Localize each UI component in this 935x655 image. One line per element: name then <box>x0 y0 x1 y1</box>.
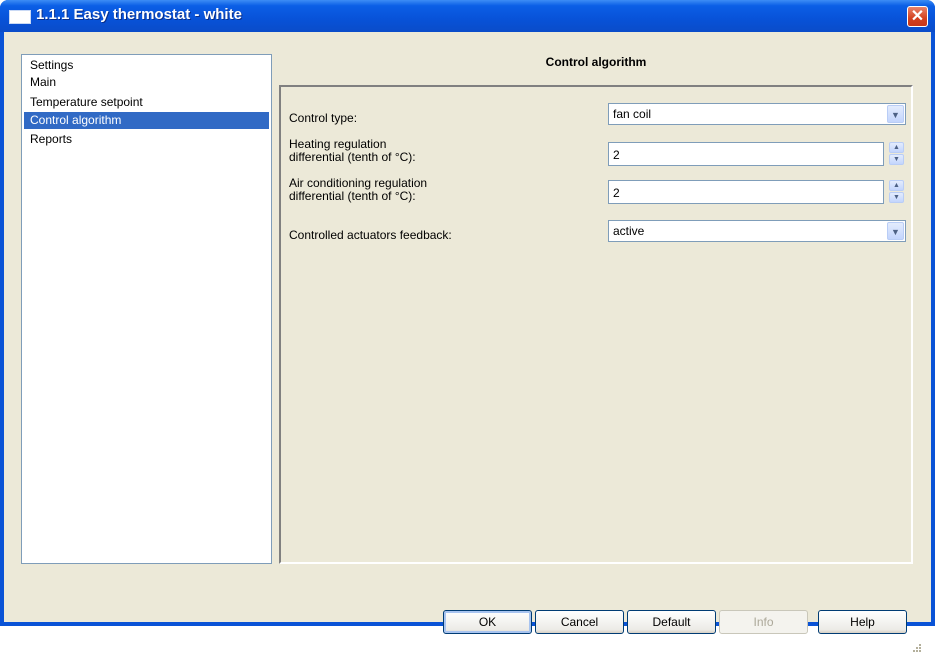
chevron-up-icon[interactable]: ▲ <box>889 180 904 191</box>
control-type-dropdown[interactable]: fan coil ▼ <box>608 103 906 125</box>
actuators-feedback-dropdown[interactable]: active ▼ <box>608 220 906 242</box>
panel-title: Control algorithm <box>279 52 913 78</box>
actuators-feedback-value: active <box>613 224 645 238</box>
heating-diff-input[interactable]: 2 <box>608 142 884 166</box>
heating-diff-spin-buttons: ▲ ▼ <box>889 142 904 166</box>
actuators-feedback-label: Controlled actuators feedback: <box>289 228 452 242</box>
heating-diff-label-line1: Heating regulation <box>289 137 387 151</box>
control-type-value: fan coil <box>613 107 652 121</box>
help-button[interactable]: Help <box>818 610 907 634</box>
tree-item-settings[interactable]: Settings <box>24 57 269 74</box>
window-title: 1.1.1 Easy thermostat - white <box>36 6 242 23</box>
ok-button[interactable]: OK <box>443 610 532 634</box>
cancel-button[interactable]: Cancel <box>535 610 624 634</box>
resize-grip-icon[interactable] <box>910 643 922 655</box>
tree-item-control-algorithm[interactable]: Control algorithm <box>24 112 269 129</box>
info-button: Info <box>719 610 808 634</box>
chevron-down-icon[interactable]: ▼ <box>889 154 904 165</box>
ac-diff-input[interactable]: 2 <box>608 180 884 204</box>
close-icon[interactable]: ✕ <box>907 6 928 27</box>
control-type-label: Control type: <box>289 111 358 125</box>
panel-body: Control type: fan coil ▼ Heating regulat… <box>279 85 913 564</box>
chevron-down-icon[interactable]: ▼ <box>887 222 904 240</box>
title-bar[interactable]: 1.1.1 Easy thermostat - white ✕ <box>0 0 935 32</box>
heating-diff-spinner[interactable]: 2 ▲ ▼ <box>608 142 906 166</box>
tree-item-reports[interactable]: Reports <box>24 131 269 148</box>
chevron-down-icon[interactable]: ▼ <box>889 192 904 203</box>
tree-item-temperature-setpoint[interactable]: Temperature setpoint <box>24 94 269 111</box>
window-icon <box>9 10 31 24</box>
dialog-window: 1.1.1 Easy thermostat - white ✕ Settings… <box>0 0 935 652</box>
parameter-panel: Control algorithm Control type: fan coil… <box>279 52 913 564</box>
ac-diff-spinner[interactable]: 2 ▲ ▼ <box>608 180 906 204</box>
dialog-client: Settings Main Temperature setpoint Contr… <box>4 32 931 652</box>
tree-item-main[interactable]: Main <box>24 74 269 91</box>
heating-diff-value: 2 <box>613 148 620 162</box>
ac-diff-label-line2: differential (tenth of °C): <box>289 189 416 203</box>
default-button[interactable]: Default <box>627 610 716 634</box>
ac-diff-label-line1: Air conditioning regulation <box>289 176 428 190</box>
chevron-down-icon[interactable]: ▼ <box>887 105 904 123</box>
chevron-up-icon[interactable]: ▲ <box>889 142 904 153</box>
settings-tree[interactable]: Settings Main Temperature setpoint Contr… <box>21 54 272 564</box>
heating-diff-label-line2: differential (tenth of °C): <box>289 150 416 164</box>
ac-diff-value: 2 <box>613 186 620 200</box>
ac-diff-spin-buttons: ▲ ▼ <box>889 180 904 204</box>
